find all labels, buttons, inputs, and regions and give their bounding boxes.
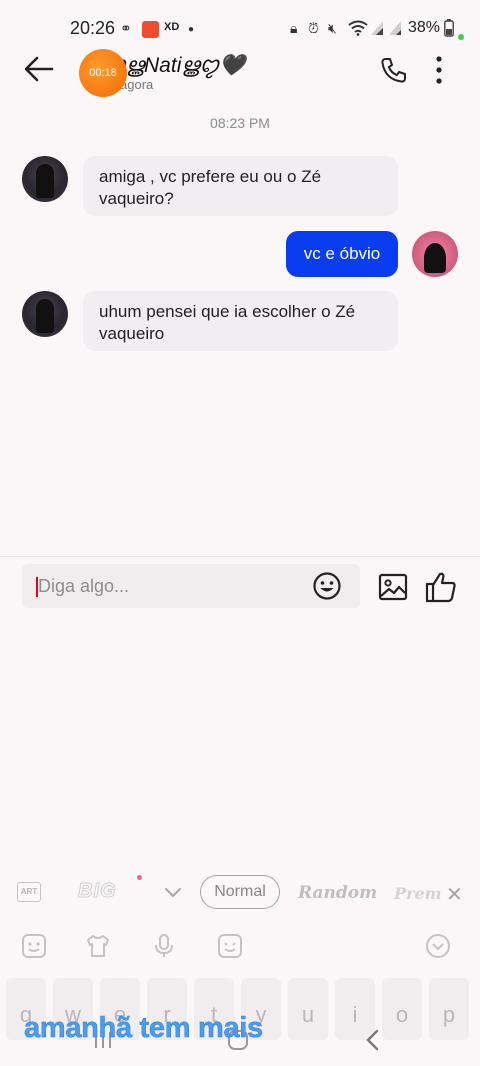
art-font-button[interactable]: ART (17, 882, 41, 902)
back-arrow-icon[interactable] (22, 52, 56, 86)
keyboard-font-toolbar: ART BIG Normal Random Prem ✕ (0, 870, 480, 916)
new-badge-dot (137, 875, 142, 880)
sticker-icon[interactable] (216, 932, 244, 960)
keyboard-emoji-icon[interactable] (20, 932, 48, 960)
screen-recording-timer[interactable]: 00:18 (79, 49, 127, 97)
alarm-icon: ⏰︎ (308, 20, 319, 36)
incoming-message[interactable]: amiga , vc prefere eu ou o Zé vaqueiro? (83, 156, 398, 216)
chat-header: 🖤ꨄ︎ൠNatiൠꨄ︎🖤 agora (0, 48, 480, 100)
status-time: 20:26 (70, 18, 116, 38)
big-font-button[interactable]: BIG (78, 880, 117, 903)
nav-back-icon[interactable] (364, 1028, 382, 1052)
message-input[interactable]: Diga algo... (22, 564, 360, 608)
phone-call-icon[interactable] (380, 56, 408, 84)
premium-font-button[interactable]: Prem (394, 884, 442, 903)
my-avatar (412, 231, 458, 277)
chat-timestamp: 08:23 PM (210, 115, 270, 131)
random-font-button[interactable]: Random (298, 883, 377, 903)
keyboard-collapse-icon[interactable] (424, 932, 452, 960)
close-icon[interactable]: ✕ (446, 882, 463, 907)
text-cursor (36, 577, 38, 597)
lock-icon: 🔒︎ (290, 20, 298, 36)
battery-icon (444, 19, 454, 37)
signal-icon-1 (371, 21, 383, 35)
video-caption-overlay: amanhã tem mais (24, 1012, 264, 1045)
keyboard-icon-row (0, 930, 480, 964)
composer-divider (0, 556, 480, 557)
normal-font-button[interactable]: Normal (200, 875, 280, 909)
signal-icon-2 (389, 21, 401, 35)
privacy-dot (458, 34, 464, 40)
more-options-icon[interactable] (430, 54, 448, 86)
mute-icon: 🔇︎ (328, 20, 337, 36)
status-bar: 20:26 ⚭ XD ● 🔒︎ ⏰︎ 🔇︎ 38% (0, 0, 480, 48)
chevron-down-icon[interactable] (163, 882, 183, 902)
outgoing-message[interactable]: vc e óbvio (286, 231, 398, 277)
battery-percent: 38% (408, 19, 441, 36)
message-input-placeholder: Diga algo... (38, 576, 130, 596)
image-picker-icon[interactable] (378, 572, 408, 602)
wifi-icon (348, 20, 368, 36)
link-icon: ⚭ (120, 20, 132, 36)
theme-shirt-icon[interactable] (84, 932, 112, 960)
microphone-icon[interactable] (150, 932, 178, 960)
like-thumb-icon[interactable] (424, 570, 458, 604)
dot-icon: ● (188, 24, 195, 35)
emoji-icon[interactable] (312, 571, 342, 601)
contact-avatar[interactable] (22, 156, 68, 202)
app-notification-icon (142, 21, 159, 38)
xd-tag: XD (164, 21, 180, 33)
incoming-message[interactable]: uhum pensei que ia escolher o Zé vaqueir… (83, 291, 398, 351)
contact-avatar[interactable] (22, 291, 68, 337)
